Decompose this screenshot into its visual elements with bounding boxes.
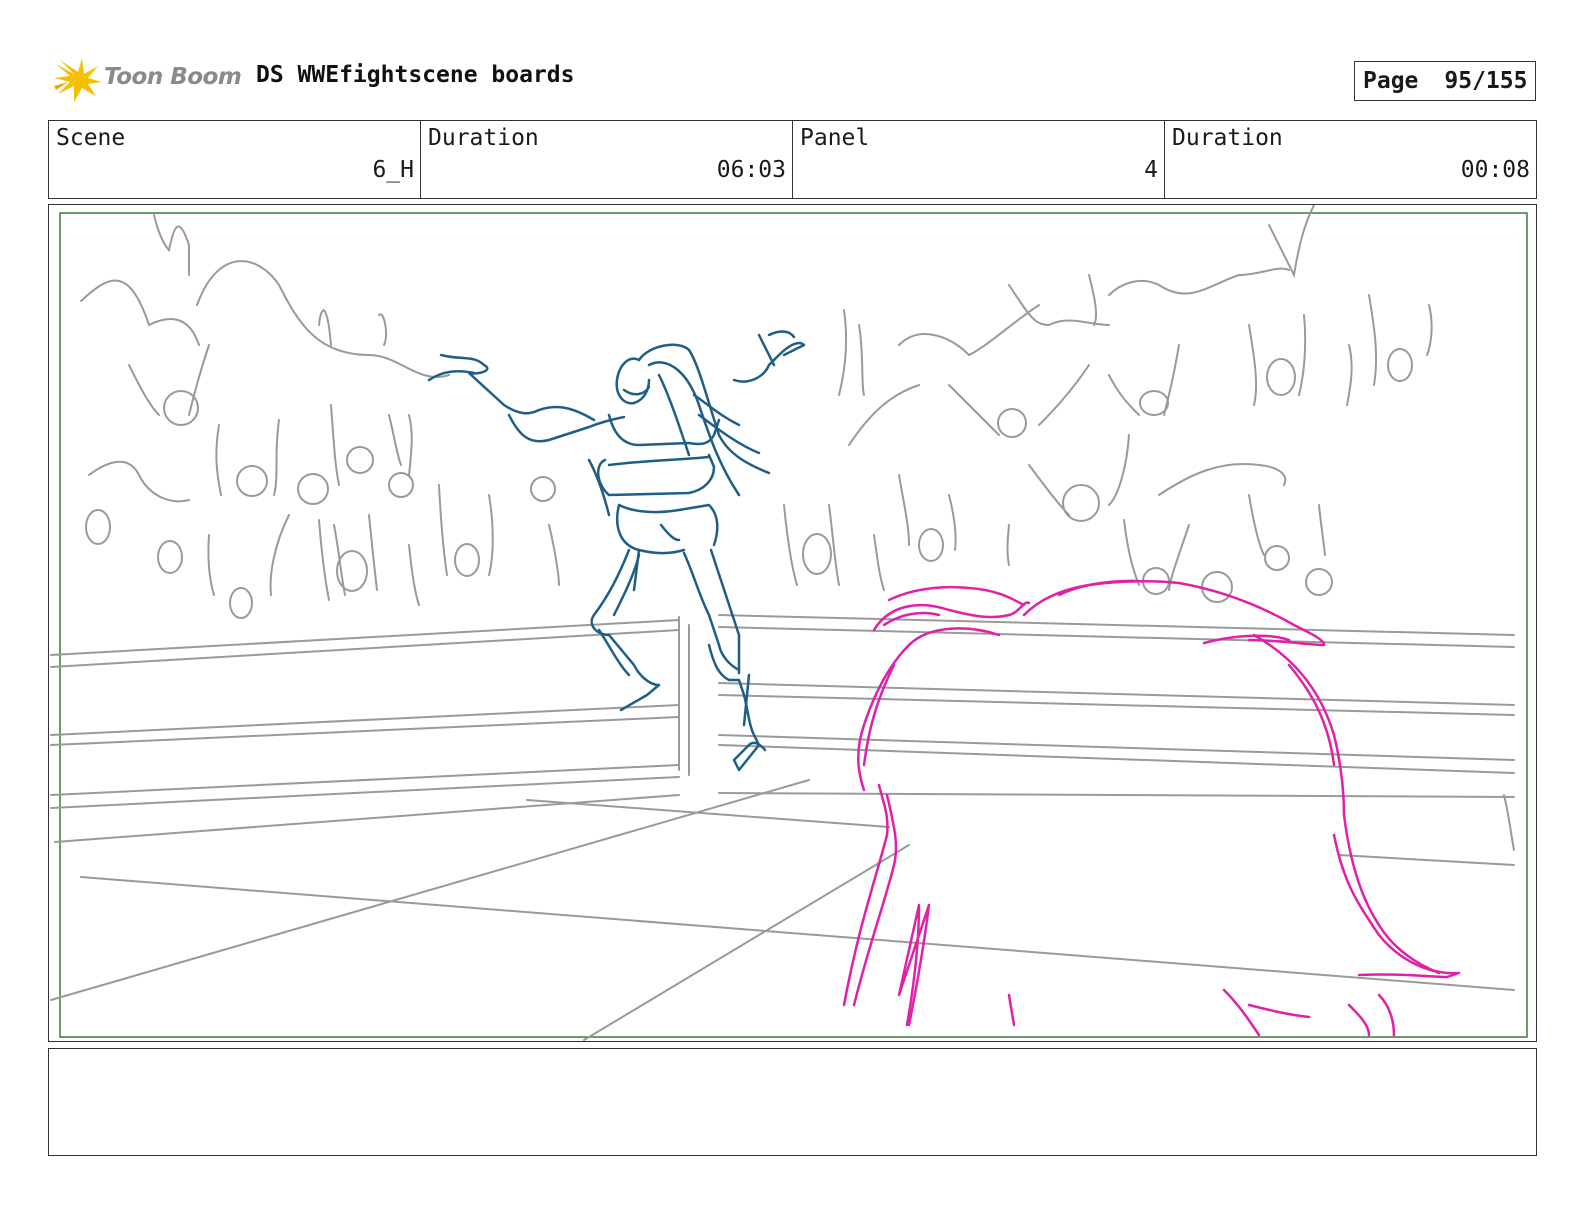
panel-duration-label: Duration xyxy=(1172,125,1283,151)
page-indicator: Page 95/155 xyxy=(1354,61,1536,101)
panel-duration-cell: Duration 00:08 xyxy=(1165,121,1536,198)
foreground-character-sketch xyxy=(842,579,1461,1037)
logo-star-icon xyxy=(54,58,102,102)
logo-text: Toon Boom xyxy=(104,64,242,90)
project-title: DS WWEfightscene boards xyxy=(256,62,575,88)
page-number: 95/155 xyxy=(1444,68,1528,94)
panel-info-row: Scene 6_H Duration 06:03 Panel 4 Duratio… xyxy=(48,120,1537,199)
panel-notes-area xyxy=(48,1048,1537,1156)
panel-label: Panel xyxy=(800,125,870,151)
scene-label: Scene xyxy=(56,125,126,151)
wrestler-sketch xyxy=(427,330,806,772)
scene-duration-label: Duration xyxy=(428,125,539,151)
toon-boom-logo: Toon Boom xyxy=(52,56,242,104)
scene-duration-value: 06:03 xyxy=(716,157,786,183)
panel-duration-value: 00:08 xyxy=(1460,157,1530,183)
crowd-sketch xyxy=(80,205,1433,619)
scene-cell: Scene 6_H xyxy=(49,121,421,198)
storyboard-sketch xyxy=(50,205,1528,1041)
panel-cell: Panel 4 xyxy=(793,121,1165,198)
panel-value: 4 xyxy=(1144,157,1158,183)
scene-duration-cell: Duration 06:03 xyxy=(421,121,793,198)
scene-value: 6_H xyxy=(372,157,414,183)
ring-sketch xyxy=(50,614,1515,1041)
page-label: Page xyxy=(1363,68,1419,94)
storyboard-panel-image xyxy=(48,204,1537,1042)
